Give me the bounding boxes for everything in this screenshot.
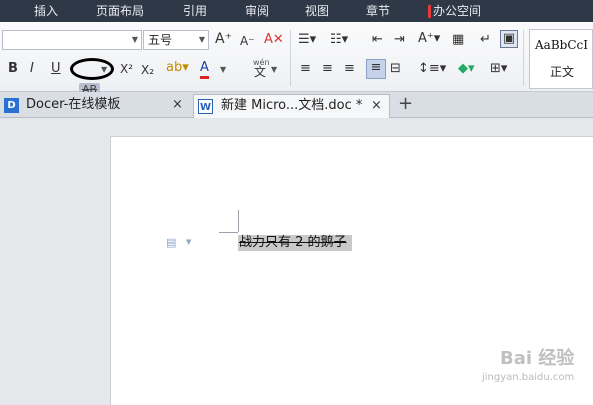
tab-docer[interactable]: D Docer-在线模板 × (0, 94, 192, 118)
chevron-down-icon[interactable]: ▼ (186, 238, 191, 246)
italic-button[interactable]: I (30, 61, 34, 77)
menu-references[interactable]: 引用 (183, 3, 207, 19)
bold-button[interactable]: B (8, 61, 18, 77)
divider (523, 30, 524, 86)
grow-font-button[interactable]: A⁺ (215, 31, 232, 47)
close-icon[interactable]: × (371, 95, 382, 117)
table-icon[interactable]: ▦ (452, 32, 464, 48)
align-right-icon[interactable]: ≡ (344, 61, 355, 77)
tab-label: 新建 Micro...文档.doc * (221, 98, 363, 113)
numbered-list-icon[interactable]: ☷▾ (330, 32, 348, 48)
tab-document[interactable]: W 新建 Micro...文档.doc * × (193, 94, 390, 118)
watermark: Bai 经验 jingyan.baidu.com (474, 342, 589, 400)
style-sample-text: AaBbCcI (535, 38, 588, 52)
justify-icon[interactable]: ≡ (366, 59, 386, 79)
chevron-down-icon[interactable]: ▼ (220, 62, 226, 78)
selected-text[interactable]: 战力只有 2 的鹅子 (238, 235, 352, 251)
chevron-down-icon[interactable]: ▼ (271, 62, 277, 78)
text-size-icon[interactable]: A⁺▾ (418, 31, 440, 47)
new-tab-button[interactable]: + (398, 93, 413, 114)
line-spacing-icon[interactable]: ↕≡▾ (418, 61, 446, 77)
style-name-label: 正文 (549, 65, 574, 79)
font-size-combobox[interactable]: 五号 ▼ (143, 30, 209, 50)
subscript-button[interactable]: X₂ (141, 62, 154, 78)
decrease-indent-icon[interactable]: ⇤ (372, 32, 383, 48)
underline-button[interactable]: U (51, 61, 61, 77)
font-color-button[interactable]: A (200, 60, 209, 79)
chevron-down-icon[interactable]: ▼ (199, 31, 205, 49)
annotation-ellipse (70, 58, 114, 80)
increase-indent-icon[interactable]: ⇥ (394, 32, 405, 48)
show-hide-icon[interactable]: ▣ (500, 30, 518, 48)
margin-marker-vertical (238, 210, 239, 232)
highlight-icon[interactable]: ab▾ (166, 60, 189, 76)
style-gallery[interactable]: AaBbCcI 正文 (529, 29, 593, 89)
close-icon[interactable]: × (172, 94, 183, 116)
font-name-combobox[interactable]: ▼ (2, 30, 142, 50)
menu-bar: 插入 页面布局 引用 审阅 视图 章节 办公空间 (0, 0, 593, 22)
border-icon[interactable]: ⊞▾ (490, 61, 507, 77)
menu-insert[interactable]: 插入 (34, 3, 58, 19)
phonetic-guide-button[interactable]: 文 (254, 64, 266, 80)
watermark-logo: Bai 经验 (500, 348, 575, 369)
word-doc-icon: W (198, 99, 213, 114)
font-size-value: 五号 (148, 33, 173, 47)
document-tab-bar: D Docer-在线模板 × W 新建 Micro...文档.doc * × + (0, 92, 593, 118)
ribbon-toolbar: ▼ 五号 ▼ A⁺ A⁻ A✕ ☰▾ ☷▾ ⇤ ⇥ A⁺▾ ▦ ↵ ▣ B I … (0, 22, 593, 96)
margin-marker-horizontal (219, 232, 238, 233)
watermark-url: jingyan.baidu.com (482, 372, 575, 383)
tab-label: Docer-在线模板 (26, 97, 121, 112)
chevron-down-icon[interactable]: ▼ (132, 31, 138, 49)
paragraph-handle-icon[interactable]: ▤ (166, 236, 176, 249)
align-left-icon[interactable]: ≡ (300, 61, 311, 77)
align-center-icon[interactable]: ≡ (322, 61, 333, 77)
distributed-icon[interactable]: ⊟ (390, 61, 401, 77)
menu-review[interactable]: 审阅 (245, 3, 269, 19)
menu-page-layout[interactable]: 页面布局 (96, 3, 144, 19)
docer-logo-icon: D (4, 98, 19, 113)
superscript-button[interactable]: X² (120, 61, 133, 77)
menu-office-space[interactable]: 办公空间 (427, 3, 481, 19)
paragraph-mark-icon[interactable]: ↵ (480, 32, 491, 48)
menu-section[interactable]: 章节 (366, 3, 390, 19)
menu-view[interactable]: 视图 (305, 3, 329, 19)
shrink-font-button[interactable]: A⁻ (240, 33, 255, 49)
clear-format-icon[interactable]: A✕ (264, 32, 284, 48)
bullet-list-icon[interactable]: ☰▾ (298, 32, 316, 48)
divider (290, 30, 291, 86)
shading-icon[interactable]: ◆▾ (458, 61, 475, 77)
